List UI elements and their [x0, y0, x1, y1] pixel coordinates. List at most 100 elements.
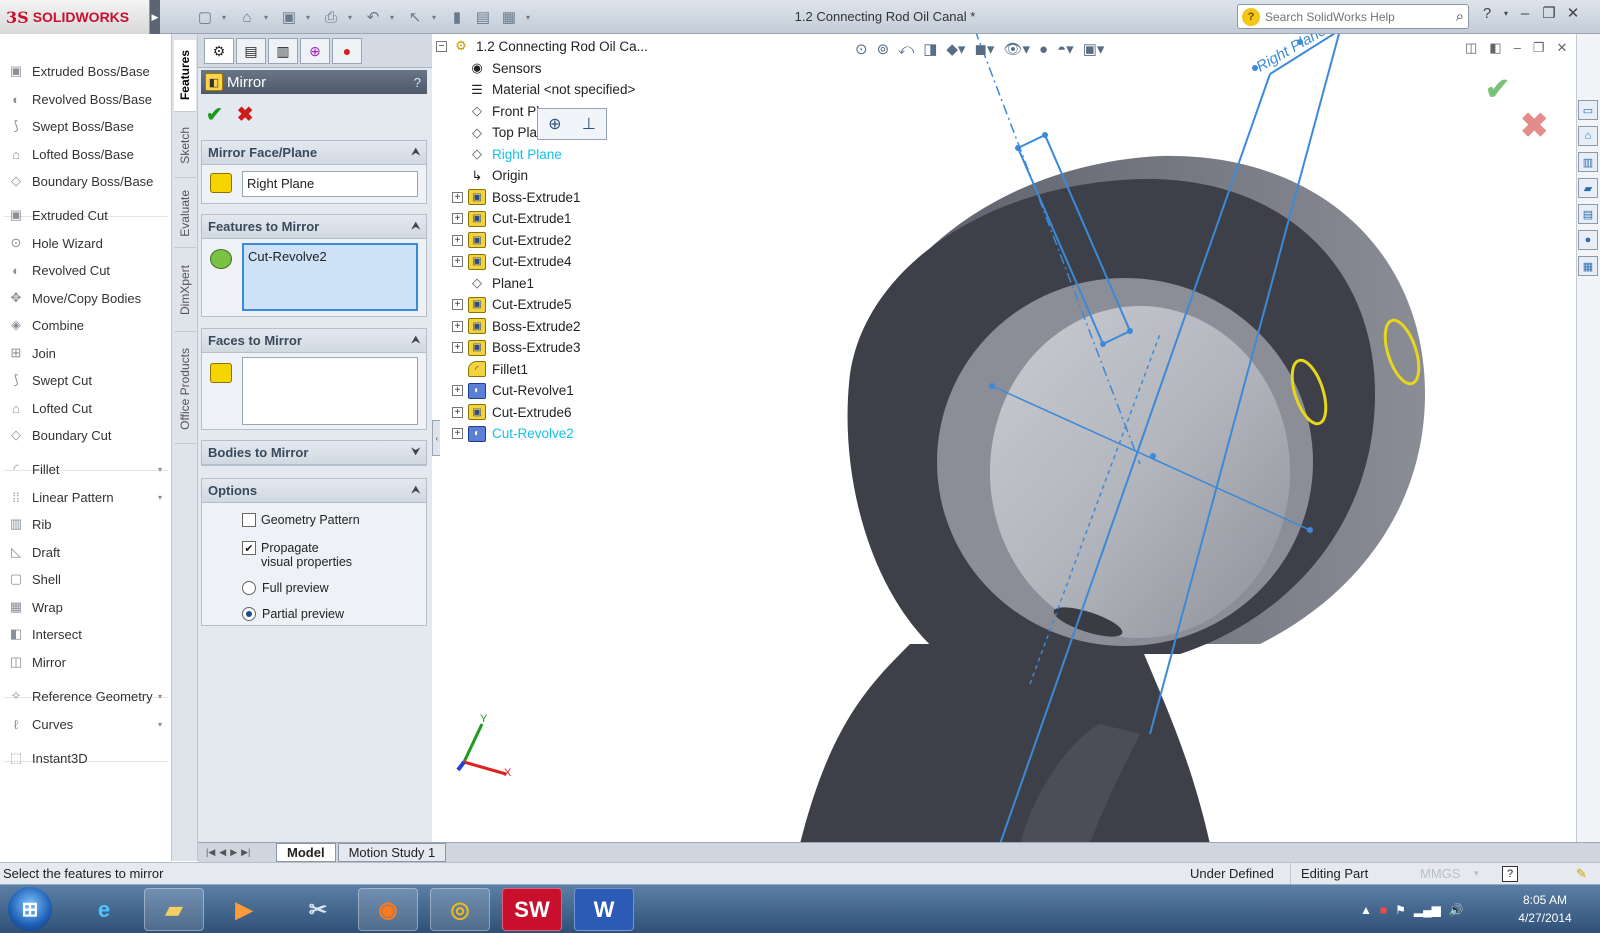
- undo-icon[interactable]: ↶: [362, 6, 384, 28]
- command-revolved-boss[interactable]: ◐ Revolved Boss/Base: [0, 86, 170, 112]
- media-player-icon[interactable]: ▶: [214, 888, 274, 931]
- expand-toggle-icon[interactable]: +: [452, 428, 463, 439]
- show-hidden-icons-icon[interactable]: ▲: [1360, 903, 1372, 917]
- help-question-icon[interactable]: ?: [414, 75, 421, 90]
- options-header[interactable]: Options ⮝: [202, 479, 426, 503]
- tree-item[interactable]: ↳ Origin: [468, 166, 528, 186]
- minimize-icon[interactable]: –: [1516, 5, 1534, 22]
- command-shell[interactable]: ▢ Shell: [0, 566, 170, 592]
- tree-item[interactable]: + ▣ Cut-Extrude1: [452, 209, 572, 229]
- new-document-icon[interactable]: ▢: [194, 6, 216, 28]
- tile-view-icon[interactable]: ◧: [1489, 40, 1501, 56]
- print-dropdown-icon[interactable]: ▾: [346, 6, 354, 28]
- help-search-box[interactable]: ? ⌕: [1237, 4, 1469, 29]
- view-orientation-icon[interactable]: ◆▾: [946, 40, 965, 58]
- clock[interactable]: 8:05 AM 4/27/2014: [1500, 891, 1590, 927]
- prev-tab-icon[interactable]: ◀: [219, 847, 226, 858]
- command-lofted-boss[interactable]: ⌂ Lofted Boss/Base: [0, 141, 170, 167]
- command-wrap[interactable]: ▦ Wrap: [0, 594, 170, 620]
- menu-expand-arrow-icon[interactable]: ▶: [150, 0, 160, 34]
- full-preview-radio[interactable]: [242, 581, 256, 595]
- viewport-restore-icon[interactable]: ❐: [1533, 40, 1545, 56]
- dropdown-arrow-icon[interactable]: ▾: [158, 720, 162, 729]
- restore-icon[interactable]: ❐: [1540, 4, 1558, 22]
- zoom-to-area-icon[interactable]: ⊚: [877, 40, 890, 58]
- expand-chevron-icon[interactable]: ⮟: [412, 447, 421, 458]
- dropdown-arrow-icon[interactable]: ▾: [158, 692, 162, 701]
- geometry-pattern-option[interactable]: Geometry Pattern: [242, 513, 360, 527]
- faces-to-mirror-header[interactable]: Faces to Mirror ⮝: [202, 329, 426, 353]
- command-intersect[interactable]: ◧ Intersect: [0, 621, 170, 647]
- rebuild-status-icon[interactable]: ✎: [1576, 866, 1587, 882]
- command-linear-pattern[interactable]: ⁞⁞ Linear Pattern ▾: [0, 484, 170, 510]
- save-dropdown-icon[interactable]: ▾: [304, 6, 312, 28]
- mirror-face-plane-header[interactable]: Mirror Face/Plane ⮝: [202, 141, 426, 165]
- tree-item[interactable]: + ▣ Boss-Extrude3: [452, 338, 581, 358]
- tree-item[interactable]: + ◐ Cut-Revolve2: [452, 424, 574, 444]
- open-dropdown-icon[interactable]: ▾: [262, 6, 270, 28]
- internet-explorer-icon[interactable]: e: [74, 888, 134, 931]
- tree-item[interactable]: + ▣ Cut-Extrude6: [452, 402, 572, 422]
- configuration-manager-tab-icon[interactable]: ▥: [268, 38, 298, 64]
- propagate-visual-option[interactable]: ✔ Propagate visual properties: [242, 541, 352, 569]
- tree-item[interactable]: ☰ Material <not specified>: [468, 80, 635, 100]
- action-center-icon[interactable]: ⚑: [1395, 903, 1406, 917]
- undo-dropdown-icon[interactable]: ▾: [388, 6, 396, 28]
- resources-icon[interactable]: ▭: [1578, 100, 1598, 120]
- file-properties-icon[interactable]: ▤: [472, 6, 494, 28]
- command-revolved-cut[interactable]: ◐ Revolved Cut: [0, 257, 170, 283]
- last-tab-icon[interactable]: ▶|: [241, 847, 250, 858]
- tab-features[interactable]: Features: [174, 40, 196, 112]
- help-dropdown-icon[interactable]: ▾: [1502, 9, 1510, 18]
- tab-model[interactable]: Model: [276, 843, 336, 862]
- tree-item[interactable]: ◇ Plane1: [468, 273, 534, 293]
- home-icon[interactable]: ⌂: [1578, 126, 1598, 146]
- display-style-icon[interactable]: ◼▾: [974, 40, 994, 58]
- tree-item[interactable]: + ▣ Cut-Extrude4: [452, 252, 572, 272]
- help-icon[interactable]: ?: [1478, 5, 1496, 22]
- status-help-icon[interactable]: ?: [1502, 865, 1518, 882]
- expand-toggle-icon[interactable]: +: [452, 213, 463, 224]
- expand-toggle-icon[interactable]: +: [452, 385, 463, 396]
- previous-view-icon[interactable]: ⤺: [898, 41, 914, 58]
- file-explorer-icon[interactable]: ▰: [144, 888, 204, 931]
- select-arrow-icon[interactable]: ↖: [404, 6, 426, 28]
- tree-item[interactable]: ◜ Fillet1: [468, 359, 528, 379]
- firefox-icon[interactable]: ◉: [358, 888, 418, 931]
- command-move-copy[interactable]: ✥ Move/Copy Bodies: [0, 285, 170, 311]
- full-preview-option[interactable]: Full preview: [242, 581, 329, 595]
- next-tab-icon[interactable]: ▶: [230, 847, 237, 858]
- viewport-minimize-icon[interactable]: –: [1514, 40, 1521, 56]
- tab-dimxpert[interactable]: DimXpert: [174, 250, 196, 332]
- tools-icon[interactable]: ✂: [288, 888, 348, 931]
- edit-appearance-icon[interactable]: ●: [1039, 41, 1048, 58]
- command-rib[interactable]: ▥ Rib: [0, 511, 170, 537]
- command-draft[interactable]: ◺ Draft: [0, 539, 170, 565]
- command-extruded-boss[interactable]: ▣ Extruded Boss/Base: [0, 58, 170, 84]
- tree-item[interactable]: + ▣ Cut-Extrude2: [452, 230, 572, 250]
- expand-toggle-icon[interactable]: +: [452, 320, 463, 332]
- start-button[interactable]: ⊞: [8, 887, 52, 931]
- open-folder-icon[interactable]: ⌂: [236, 6, 258, 28]
- view-palette-icon[interactable]: ▤: [1578, 204, 1598, 224]
- expand-toggle-icon[interactable]: +: [452, 191, 463, 203]
- command-boundary-cut[interactable]: ◇ Boundary Cut: [0, 422, 170, 448]
- units-dropdown-icon[interactable]: ▾: [1474, 868, 1479, 879]
- appearances-icon[interactable]: ●: [1578, 230, 1598, 250]
- command-combine[interactable]: ◈ Combine: [0, 312, 170, 338]
- expand-toggle-icon[interactable]: +: [452, 299, 463, 310]
- expand-toggle-icon[interactable]: +: [452, 406, 463, 418]
- dimxpert-manager-tab-icon[interactable]: ⊕: [300, 38, 330, 64]
- tree-item[interactable]: + ▣ Boss-Extrude2: [452, 316, 581, 336]
- feature-manager-tab-icon[interactable]: ⚙: [204, 38, 234, 64]
- partial-preview-radio[interactable]: [242, 607, 256, 621]
- command-swept-cut[interactable]: ⟆ Swept Cut: [0, 367, 170, 393]
- zoom-to-selection-icon[interactable]: ⊕: [548, 114, 561, 134]
- word-icon[interactable]: W: [574, 888, 634, 931]
- features-to-mirror-list[interactable]: Cut-Revolve2: [242, 243, 418, 311]
- propagate-visual-checkbox[interactable]: ✔: [242, 541, 256, 555]
- solidworks-icon[interactable]: SW: [502, 888, 562, 931]
- command-fillet[interactable]: ◜ Fillet ▾: [0, 456, 170, 482]
- save-icon[interactable]: ▣: [278, 6, 300, 28]
- command-hole-wizard[interactable]: ⊙ Hole Wizard: [0, 230, 170, 256]
